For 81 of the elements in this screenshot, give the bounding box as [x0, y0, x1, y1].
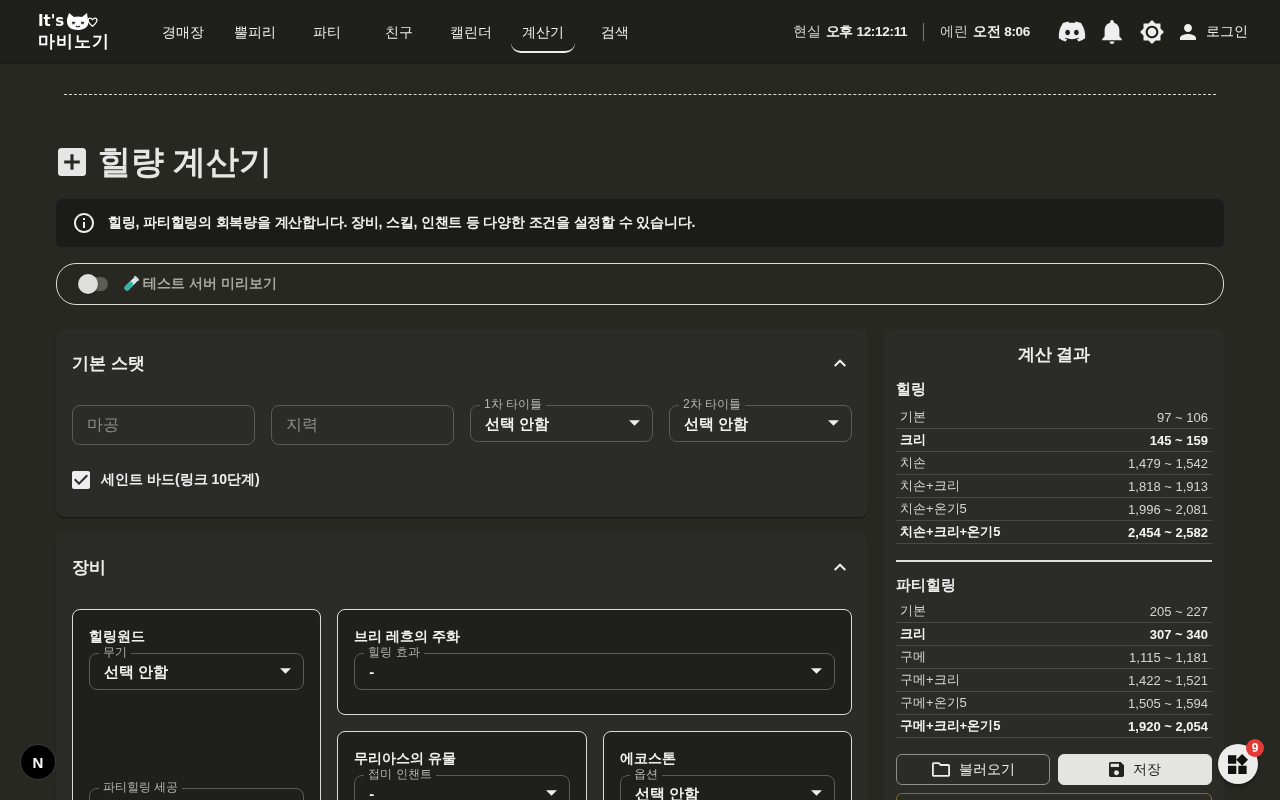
result-label: 구메+크리: [900, 671, 960, 689]
caret-down-icon: [629, 420, 640, 426]
result-value: 97 ~ 106: [1157, 409, 1208, 425]
info-icon: [74, 213, 94, 233]
nav-tab[interactable]: 경매장: [151, 14, 215, 53]
card-title: 에코스톤: [619, 749, 677, 767]
folder-icon: [931, 762, 950, 777]
text-input[interactable]: 지력: [271, 405, 454, 445]
widgets-icon: [1228, 754, 1248, 774]
result-value: 205 ~ 227: [1149, 603, 1208, 619]
card-title: 힐링원드: [89, 627, 146, 645]
checkbox[interactable]: [72, 471, 90, 489]
nav-tab[interactable]: 캘린더: [439, 14, 503, 53]
field-label: 1차 타이틀: [480, 397, 546, 411]
caret-down-icon: [545, 790, 557, 796]
field-label: 옵션: [629, 767, 662, 781]
group-title: 힐링: [896, 379, 927, 399]
result-value: 1,115 ~ 1,181: [1129, 649, 1208, 665]
save-button[interactable]: 저장: [1058, 754, 1212, 785]
card-title: 무리아스의 유물: [354, 749, 458, 767]
result-label: 크리: [900, 431, 926, 449]
result-value: 145 ~ 159: [1149, 432, 1208, 448]
result-label: 치손+크리: [900, 477, 960, 495]
nav-tab[interactable]: 계산기: [511, 14, 575, 53]
result-value: 1,996 ~ 2,081: [1128, 501, 1208, 517]
dev-tools-button[interactable]: N: [20, 744, 56, 780]
result-value: 1,505 ~ 1,594: [1128, 695, 1208, 711]
card-title: 브리 레흐의 주화: [354, 627, 462, 645]
page-title: 힐량 계산기: [98, 142, 273, 182]
result-label: 구메: [900, 648, 926, 666]
result-value: 2,454 ~ 2,582: [1128, 524, 1208, 540]
brightness-icon[interactable]: [1140, 19, 1164, 44]
result-value: 1,920 ~ 2,054: [1128, 718, 1208, 734]
result-label: 치손: [900, 454, 926, 472]
result-label: 크리: [900, 625, 926, 643]
caret-down-icon: [828, 420, 839, 426]
caret-down-icon: [811, 790, 822, 796]
nav-tab[interactable]: 친구: [367, 14, 431, 53]
caret-down-icon: [811, 668, 822, 674]
field-label: 접미 인챈트: [364, 767, 436, 781]
notice-text: 힐링, 파티힐링의 회복량을 계산합니다. 장비, 스킬, 인챈트 등 다양한 조건을 설정할 수 있습니다.: [108, 214, 696, 232]
logo-text: 마비노기: [38, 31, 110, 52]
results-title: 계산 결과: [1016, 344, 1092, 366]
group-title: 파티힐링: [896, 575, 957, 595]
result-value: 307 ~ 340: [1149, 626, 1208, 642]
nav-tab[interactable]: 파티: [295, 14, 359, 53]
chevron-up-icon[interactable]: [834, 359, 846, 367]
load-button[interactable]: 불러오기: [896, 754, 1050, 785]
result-label: 구메+온기5: [900, 694, 967, 712]
caret-down-icon: [280, 668, 292, 674]
nav-tab[interactable]: 검색: [583, 14, 647, 53]
result-label: 기본: [900, 408, 926, 426]
result-label: 기본: [900, 602, 926, 620]
section-title: 기본 스탯: [72, 352, 145, 375]
field-label: 무기: [99, 645, 131, 659]
result-label: 치손+온기5: [900, 500, 967, 518]
result-value: 1,479 ~ 1,542: [1128, 455, 1208, 471]
clock-label: 현실: [792, 22, 821, 41]
result-value: 1,818 ~ 1,913: [1128, 478, 1208, 494]
nav-tab[interactable]: 뿔피리: [223, 14, 287, 53]
discord-icon[interactable]: [1057, 20, 1087, 43]
logo-text: It's: [38, 13, 65, 30]
bell-icon[interactable]: [1102, 19, 1122, 44]
person-icon: [1180, 23, 1196, 40]
clock-label: 에린: [940, 22, 969, 41]
field-label: 2차 타이틀: [679, 397, 745, 411]
field-label: 힐링 효과: [364, 645, 424, 659]
result-value: 1,422 ~ 1,521: [1128, 672, 1208, 688]
section-title: 장비: [72, 556, 106, 579]
checkbox-label: 세인트 바드(링크 10단계): [101, 471, 260, 489]
toggle-label: 테스트 서버 미리보기: [143, 275, 277, 293]
chevron-up-icon[interactable]: [834, 563, 846, 571]
field-label: 파티힐링 세공: [99, 780, 183, 794]
result-label: 치손+크리+온기5: [900, 523, 1001, 541]
login-button[interactable]: 로그인: [1180, 22, 1248, 41]
text-input[interactable]: 마공: [72, 405, 255, 445]
clock-time: 오후 12:12:11: [825, 22, 908, 41]
clock-time: 오전 8:06: [973, 22, 1030, 41]
toggle-switch[interactable]: [78, 274, 108, 294]
result-label: 구메+크리+온기5: [900, 717, 1001, 735]
notification-badge: 9: [1246, 739, 1264, 757]
